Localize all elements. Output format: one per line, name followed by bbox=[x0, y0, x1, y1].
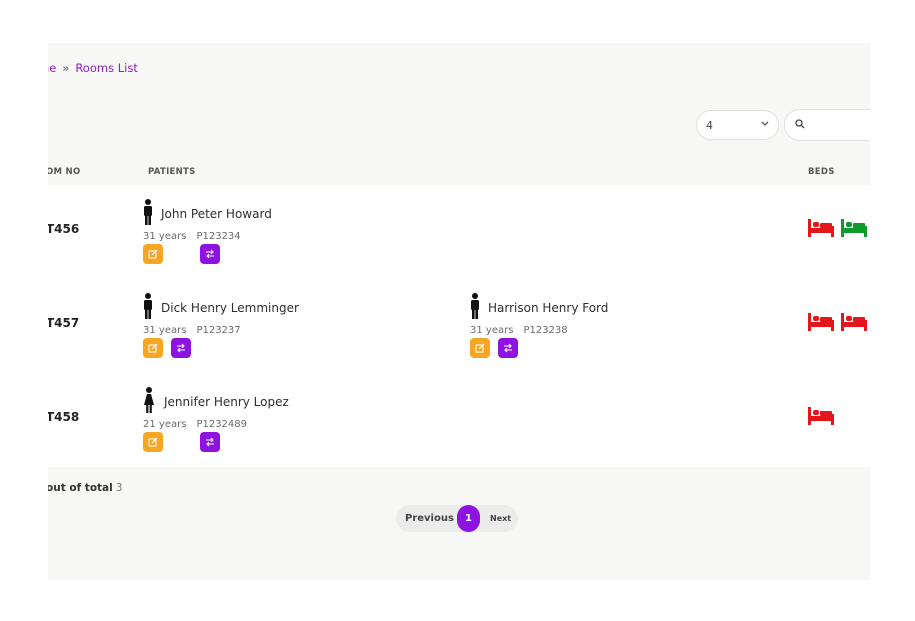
edit-icon bbox=[475, 343, 485, 353]
patient-age: 31 years bbox=[143, 231, 187, 242]
patient-meta: 31 years P123238 bbox=[470, 325, 568, 336]
edit-patient-button[interactable] bbox=[143, 432, 163, 452]
patient-age: 21 years bbox=[143, 419, 187, 430]
patient-name[interactable]: Dick Henry Lemminger bbox=[161, 301, 299, 315]
transfer-patient-button[interactable] bbox=[200, 432, 220, 452]
breadcrumb: me » Rooms List bbox=[48, 61, 138, 75]
patient-card: Dick Henry Lemminger 31 years P123237 bbox=[143, 279, 403, 359]
rooms-table-body: T456 John Peter Howard 31 years P123234 T… bbox=[48, 185, 870, 467]
previous-page-button[interactable]: Previous bbox=[405, 513, 454, 524]
female-icon bbox=[144, 387, 154, 413]
patient-name[interactable]: Jennifer Henry Lopez bbox=[164, 395, 289, 409]
pagination: Previous 1 Next bbox=[396, 505, 518, 532]
column-header-patients[interactable]: PATIENTS bbox=[148, 167, 196, 177]
bed-occupied-icon[interactable] bbox=[808, 407, 834, 425]
patient-id: P1232489 bbox=[196, 419, 248, 430]
male-icon bbox=[144, 293, 152, 319]
bed-occupied-icon[interactable] bbox=[808, 313, 834, 331]
edit-icon bbox=[148, 437, 158, 447]
column-header-beds[interactable]: BEDS bbox=[808, 167, 835, 177]
bed-vacant-icon[interactable] bbox=[841, 219, 867, 237]
page-1-button[interactable]: 1 bbox=[457, 505, 480, 532]
summary-label: out of total bbox=[48, 482, 113, 494]
breadcrumb-home-link[interactable]: me bbox=[48, 61, 56, 75]
swap-icon bbox=[206, 249, 214, 259]
patient-name[interactable]: John Peter Howard bbox=[161, 207, 272, 221]
beds-group bbox=[808, 407, 834, 425]
table-summary: out of total 3 bbox=[48, 482, 122, 494]
male-icon bbox=[144, 199, 152, 225]
edit-patient-button[interactable] bbox=[143, 338, 163, 358]
patient-name[interactable]: Harrison Henry Ford bbox=[488, 301, 608, 315]
beds-group bbox=[808, 313, 867, 331]
patient-card: John Peter Howard 31 years P123234 bbox=[143, 185, 403, 265]
patient-age: 31 years bbox=[143, 325, 187, 336]
patient-card: Harrison Henry Ford 31 years P123238 bbox=[470, 279, 730, 359]
edit-patient-button[interactable] bbox=[470, 338, 490, 358]
search-input[interactable] bbox=[809, 117, 870, 132]
swap-icon bbox=[177, 343, 185, 353]
patient-age: 31 years bbox=[470, 325, 514, 336]
search-box[interactable] bbox=[784, 109, 870, 141]
edit-patient-button[interactable] bbox=[143, 244, 163, 264]
transfer-patient-button[interactable] bbox=[200, 244, 220, 264]
breadcrumb-current[interactable]: Rooms List bbox=[75, 61, 138, 75]
page-size-value: 4 bbox=[706, 119, 713, 132]
beds-group bbox=[808, 219, 867, 237]
patient-meta: 31 years P123237 bbox=[143, 325, 241, 336]
edit-icon bbox=[148, 249, 158, 259]
table-row: T456 John Peter Howard 31 years P123234 bbox=[48, 185, 870, 279]
table-row: T458 Jennifer Henry Lopez 21 years P12324… bbox=[48, 373, 870, 467]
page-size-select[interactable]: 4 bbox=[696, 110, 779, 140]
search-icon bbox=[795, 119, 805, 129]
transfer-patient-button[interactable] bbox=[498, 338, 518, 358]
patient-meta: 31 years P123234 bbox=[143, 231, 241, 242]
patient-meta: 21 years P1232489 bbox=[143, 419, 247, 430]
patient-card: Jennifer Henry Lopez 21 years P1232489 bbox=[143, 373, 403, 453]
table-row: T457 Dick Henry Lemminger 31 years P12323… bbox=[48, 279, 870, 373]
next-page-button[interactable]: Next bbox=[490, 514, 511, 523]
patient-id: P123237 bbox=[196, 325, 241, 336]
breadcrumb-separator: » bbox=[62, 61, 70, 75]
swap-icon bbox=[206, 437, 214, 447]
male-icon bbox=[471, 293, 479, 319]
patient-id: P123234 bbox=[196, 231, 241, 242]
rooms-panel: me » Rooms List 4 OM NO PATIENTS BEDS T456… bbox=[48, 43, 870, 580]
room-number: T456 bbox=[48, 222, 80, 236]
transfer-patient-button[interactable] bbox=[171, 338, 191, 358]
room-number: T458 bbox=[48, 410, 80, 424]
swap-icon bbox=[504, 343, 512, 353]
chevron-down-icon bbox=[761, 121, 769, 126]
edit-icon bbox=[148, 343, 158, 353]
summary-total: 3 bbox=[115, 482, 123, 494]
column-header-room-no[interactable]: OM NO bbox=[48, 167, 80, 177]
room-number: T457 bbox=[48, 316, 80, 330]
patient-id: P123238 bbox=[523, 325, 568, 336]
bed-occupied-icon[interactable] bbox=[808, 219, 834, 237]
bed-occupied-icon[interactable] bbox=[841, 313, 867, 331]
